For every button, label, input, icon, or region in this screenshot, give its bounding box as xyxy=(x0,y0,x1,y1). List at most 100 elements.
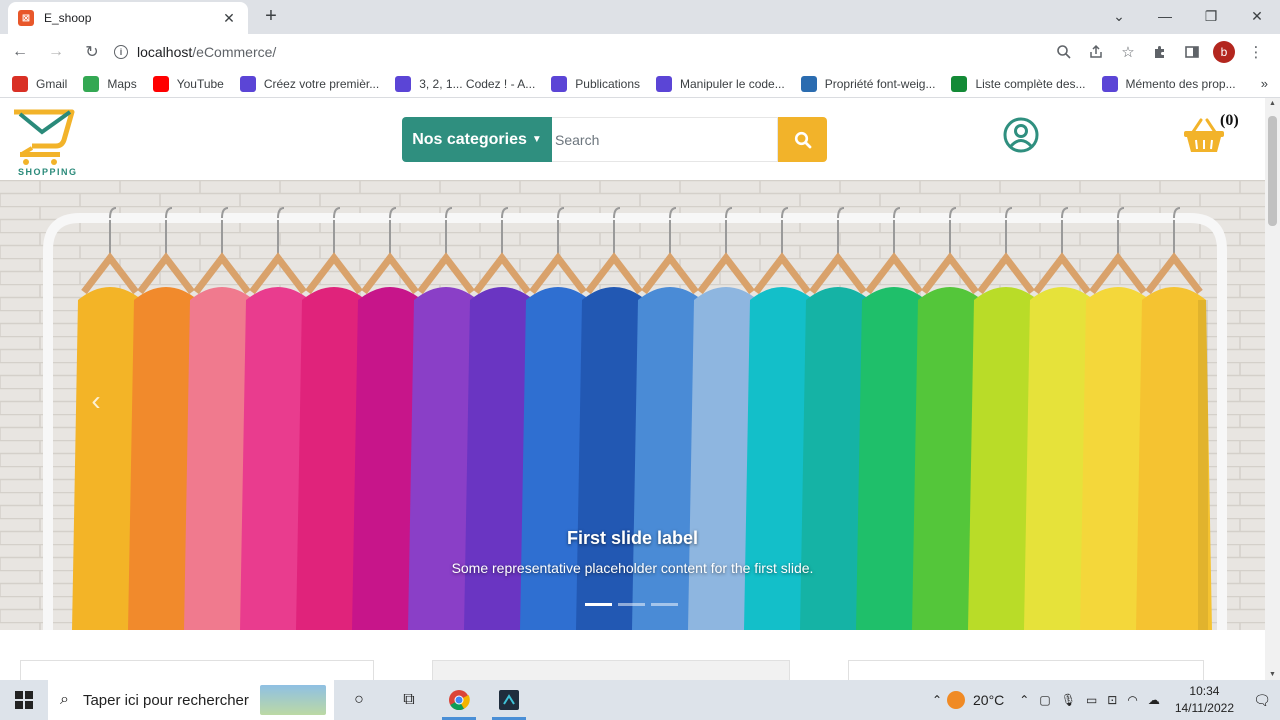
network-settings-icon[interactable]: ⊡ xyxy=(1107,693,1117,707)
wifi-icon[interactable]: ◠ xyxy=(1127,693,1137,707)
bookmark-item[interactable]: Mémento des prop... xyxy=(1101,75,1236,92)
minimize-button[interactable]: — xyxy=(1142,0,1188,32)
product-cards-row xyxy=(0,660,1265,680)
carousel-indicator[interactable] xyxy=(585,603,612,606)
browser-tab[interactable]: ⊠ E_shoop ✕ xyxy=(8,2,248,34)
browser-toolbar: ← → ↻ i localhost/eCommerce/ ☆ b ⋮ xyxy=(0,34,1280,70)
bookmark-label: Maps xyxy=(107,76,137,91)
bookmark-item[interactable]: Publications xyxy=(551,75,640,92)
restore-button[interactable]: ❐ xyxy=(1188,0,1234,32)
bookmark-item[interactable]: Maps xyxy=(83,75,137,92)
system-tray: ⌃ 20°C ⌃ ▢ 🎙 ▭ ⊡ ◠ ☁ 10:34 14/11/2022 🗨 xyxy=(927,680,1280,720)
bookmarks-bar: Gmail Maps YouTube Créez votre premièr... 3,… xyxy=(0,70,1280,98)
address-bar[interactable]: i localhost/eCommerce/ xyxy=(114,37,1074,67)
url-host: localhost xyxy=(137,44,193,60)
browser-tabstrip: ⊠ E_shoop ✕ + ⌄ — ❐ ✕ xyxy=(0,0,1280,34)
carousel-prev-icon[interactable]: ‹ xyxy=(84,385,108,425)
bookmark-label: Mémento des prop... xyxy=(1125,76,1236,91)
bookmark-star-icon[interactable]: ☆ xyxy=(1112,36,1144,68)
categories-label: Nos categories xyxy=(412,130,527,148)
battery-icon[interactable]: ▭ xyxy=(1086,693,1097,707)
tab-search-icon[interactable]: ⌄ xyxy=(1096,0,1142,32)
bookmark-label: Publications xyxy=(575,76,640,91)
taskbar-search-box[interactable]: ⌕ Taper ici pour rechercher xyxy=(48,680,334,720)
bookmark-label: Liste complète des... xyxy=(975,76,1086,91)
bookmarks-more-icon[interactable]: » xyxy=(1261,76,1268,91)
scroll-thumb[interactable] xyxy=(1268,116,1277,226)
task-view-icon[interactable]: ⧉ xyxy=(384,680,434,720)
hero-carousel[interactable]: ‹ First slide label Some representative … xyxy=(0,180,1265,630)
side-panel-icon[interactable] xyxy=(1176,36,1208,68)
openclassrooms-icon xyxy=(395,75,412,92)
search-icon xyxy=(794,131,811,148)
temperature: 20°C xyxy=(973,692,1005,708)
openclassrooms-icon xyxy=(239,75,256,92)
bookmark-label: Propriété font-weig... xyxy=(824,76,936,91)
bookmark-item[interactable]: Créez votre premièr... xyxy=(239,75,380,92)
weather-sun-icon xyxy=(947,691,966,709)
categories-dropdown[interactable]: Nos categories ▼ xyxy=(402,117,552,162)
search-button[interactable] xyxy=(778,117,827,162)
windows-start-icon[interactable] xyxy=(0,680,48,720)
back-button[interactable]: ← xyxy=(4,36,36,68)
logo-text: SHOPPING xyxy=(18,167,78,177)
show-hidden-icons-icon[interactable]: ⌃ xyxy=(1019,693,1029,707)
chrome-taskbar-icon[interactable] xyxy=(434,680,484,720)
bookmark-label: Manipuler le code... xyxy=(680,76,785,91)
forward-button[interactable]: → xyxy=(40,36,72,68)
zoom-icon[interactable] xyxy=(1048,36,1080,68)
scroll-down-icon[interactable]: ▼ xyxy=(1269,671,1276,678)
profile-initial: b xyxy=(1213,41,1235,63)
bookmark-label: Créez votre premièr... xyxy=(263,76,380,91)
css-icon xyxy=(800,75,817,92)
extensions-icon[interactable] xyxy=(1144,36,1176,68)
taskbar-search-placeholder: Taper ici pour rechercher xyxy=(82,691,249,709)
address-url[interactable]: localhost/eCommerce/ xyxy=(137,44,276,60)
bookmark-item[interactable]: Manipuler le code... xyxy=(656,75,785,92)
taskbar-clock[interactable]: 10:34 14/11/2022 xyxy=(1175,683,1234,717)
tab-title: E_shoop xyxy=(44,11,92,25)
bookmark-label: YouTube xyxy=(176,76,224,91)
product-card[interactable] xyxy=(20,660,374,680)
carousel-indicator[interactable] xyxy=(651,603,678,606)
reload-button[interactable]: ↻ xyxy=(76,36,108,68)
meet-now-icon[interactable]: ▢ xyxy=(1039,693,1050,707)
slide-title: First slide label xyxy=(566,528,699,548)
page-scrollbar[interactable]: ▲ ▼ xyxy=(1265,98,1280,680)
product-card[interactable] xyxy=(432,660,790,680)
bookmark-item[interactable]: Liste complète des... xyxy=(951,75,1086,92)
site-info-icon[interactable]: i xyxy=(114,45,128,59)
cortana-icon[interactable]: ○ xyxy=(334,680,384,720)
microphone-icon[interactable]: 🎙 xyxy=(1061,693,1076,707)
new-tab-button[interactable]: + xyxy=(260,5,282,28)
bookmark-item[interactable]: Gmail xyxy=(12,75,67,92)
close-window-button[interactable]: ✕ xyxy=(1234,0,1280,32)
profile-avatar[interactable]: b xyxy=(1208,36,1240,68)
product-card[interactable] xyxy=(848,660,1204,680)
weather-widget[interactable]: 20°C xyxy=(947,691,1004,709)
close-tab-icon[interactable]: ✕ xyxy=(220,10,238,27)
basket-icon[interactable] xyxy=(1183,118,1225,154)
taskbar-search-icon: ⌕ xyxy=(60,691,69,708)
carousel-indicator[interactable] xyxy=(618,603,645,606)
bookmark-item[interactable]: Propriété font-weig... xyxy=(800,75,936,92)
chrome-menu-icon[interactable]: ⋮ xyxy=(1240,36,1272,68)
site-favicon-icon: ⊠ xyxy=(18,10,34,26)
vscode-taskbar-icon[interactable] xyxy=(484,680,534,720)
openclassrooms-icon xyxy=(656,75,672,92)
notifications-icon[interactable]: 🗨 xyxy=(1244,692,1280,709)
clock-time: 10:34 xyxy=(1189,684,1220,698)
bookmark-item[interactable]: YouTube xyxy=(152,75,224,92)
user-account-icon[interactable] xyxy=(1003,117,1039,153)
bookmark-item[interactable]: 3, 2, 1... Codez ! - A... xyxy=(395,75,535,92)
share-icon[interactable] xyxy=(1080,36,1112,68)
page-viewport: SHOPPING Nos categories ▼ (0) xyxy=(0,98,1265,680)
openclassrooms-icon xyxy=(1101,75,1118,92)
onedrive-icon[interactable]: ☁ xyxy=(1148,693,1160,707)
scroll-up-icon[interactable]: ▲ xyxy=(1269,100,1276,107)
search-group: Nos categories ▼ xyxy=(402,117,827,162)
site-header: SHOPPING Nos categories ▼ (0) xyxy=(0,98,1265,180)
tray-overflow-icon[interactable]: ⌃ xyxy=(932,693,942,707)
search-input[interactable] xyxy=(552,117,778,162)
globe-icon xyxy=(951,75,968,92)
